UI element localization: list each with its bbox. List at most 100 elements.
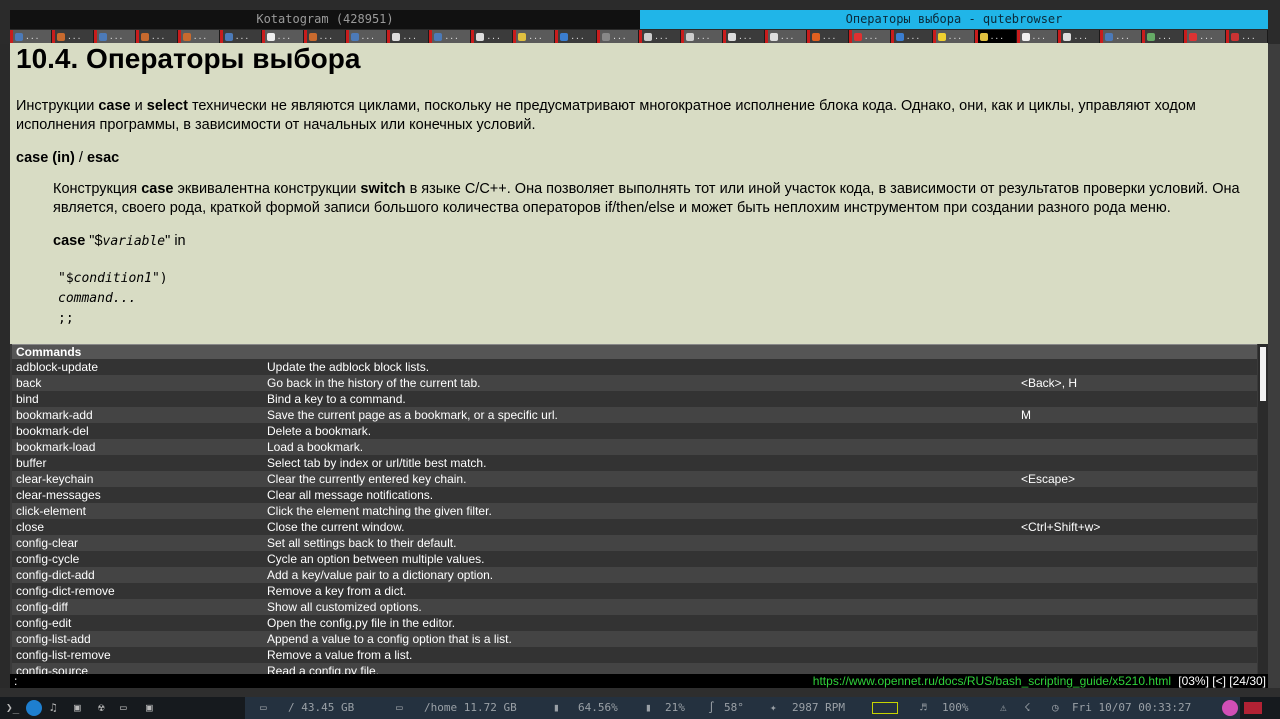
browser-tab[interactable]: ...	[639, 30, 681, 43]
qutebrowser-window-title[interactable]: Операторы выбора - qutebrowser	[640, 10, 1268, 29]
command-name: config-edit	[16, 616, 72, 630]
browser-tab[interactable]: ...	[345, 30, 388, 43]
browser-tab[interactable]: ...	[471, 30, 514, 43]
completion-scrollbar[interactable]	[1258, 344, 1268, 674]
tab-indicator	[555, 30, 559, 43]
completion-row[interactable]: config-edit Open the config.py file in th…	[12, 615, 1257, 631]
browser-tab[interactable]: ...	[555, 30, 598, 43]
completion-row[interactable]: clear-keychain Clear the currently entere…	[12, 471, 1257, 487]
volume-icon[interactable]: ♬	[920, 697, 927, 719]
code-condition: condition1	[73, 271, 152, 286]
favicon-icon	[350, 32, 359, 41]
browser-tab[interactable]: ...	[261, 30, 304, 43]
lock-icon[interactable]: ▣	[146, 697, 153, 719]
scrollbar-thumb[interactable]	[1260, 347, 1266, 401]
terminal-icon[interactable]: ❯_	[6, 697, 19, 719]
status-url: https://www.opennet.ru/docs/RUS/bash_scr…	[812, 674, 1171, 688]
browser-tab[interactable]: ...	[1142, 30, 1185, 43]
browser-tab[interactable]: ...	[806, 30, 849, 43]
completion-row[interactable]: back Go back in the history of the curren…	[12, 375, 1257, 391]
completion-row[interactable]: click-element Click the element matching …	[12, 503, 1257, 519]
command-description: Cycle an option between multiple values.	[267, 552, 485, 566]
completion-row[interactable]: close Close the current window. <Ctrl+Shif…	[12, 519, 1257, 535]
browser-tab[interactable]: ...	[1184, 30, 1227, 43]
bluetooth-icon[interactable]: ☇	[1024, 697, 1031, 719]
completion-row[interactable]: bookmark-load Load a bookmark.	[12, 439, 1257, 455]
browser-tab[interactable]: ...	[1226, 30, 1269, 43]
browser-tab[interactable]: ...	[1016, 30, 1059, 43]
tab-title-ellipsis: ...	[402, 32, 417, 41]
completion-row[interactable]: buffer Select tab by index or url/title b…	[12, 455, 1257, 471]
command-description: Read a config.py file.	[267, 664, 380, 674]
completion-row[interactable]: bookmark-del Delete a bookmark.	[12, 423, 1257, 439]
tab-title-ellipsis: ...	[1115, 32, 1130, 41]
app-tray-icon[interactable]	[1222, 700, 1238, 716]
completion-row[interactable]: config-clear Set all settings back to the…	[12, 535, 1257, 551]
completion-row[interactable]: config-list-add Append a value to a confi…	[12, 631, 1257, 647]
completion-row[interactable]: config-diff Show all customized options.	[12, 599, 1257, 615]
command-description: Clear the currently entered key chain.	[267, 472, 467, 486]
browser-tab[interactable]: ...	[387, 30, 430, 43]
completion-row[interactable]: bind Bind a key to a command.	[12, 391, 1257, 407]
favicon-icon	[1021, 32, 1030, 41]
completion-row[interactable]: config-cycle Cycle an option between mult…	[12, 551, 1257, 567]
command-description: Select tab by index or url/title best ma…	[267, 456, 487, 470]
status-indicators: [03%] [<] [24/30]	[1178, 674, 1266, 688]
clock[interactable]: Fri 10/07 00:33:27	[1072, 697, 1191, 719]
browser-tab[interactable]: ...	[848, 30, 891, 43]
completion-row[interactable]: adblock-update Update the adblock block l…	[12, 359, 1257, 375]
completion-category-header: Commands	[12, 344, 1257, 359]
browser-tab[interactable]: ...	[1058, 30, 1101, 43]
browser-tab[interactable]: ...	[513, 30, 556, 43]
browser-tab[interactable]: ...	[177, 30, 220, 43]
command-description: Open the config.py file in the editor.	[267, 616, 456, 630]
command-description: Append a value to a config option that i…	[267, 632, 512, 646]
tab-indicator	[429, 30, 433, 43]
browser-tab[interactable]: ...	[890, 30, 933, 43]
command-name: config-list-add	[16, 632, 91, 646]
browser-tab[interactable]: ...	[51, 30, 94, 43]
monitor-icon[interactable]: ▭	[120, 697, 127, 719]
completion-row[interactable]: bookmark-add Save the current page as a b…	[12, 407, 1257, 423]
completion-row[interactable]: config-list-remove Remove a value from a …	[12, 647, 1257, 663]
radiation-icon[interactable]: ☢	[98, 697, 105, 719]
favicon-icon	[56, 32, 65, 41]
kotatogram-window-title[interactable]: Kotatogram (428951)	[10, 10, 640, 29]
keyboard-layout-us-flag-icon[interactable]	[1244, 702, 1262, 714]
video-icon[interactable]: ▣	[74, 697, 81, 719]
music-icon[interactable]: ♫	[50, 697, 57, 719]
browser-tab[interactable]: ...	[764, 30, 807, 43]
browser-tab[interactable]: ...	[722, 30, 765, 43]
completion-row[interactable]: config-dict-add Add a key/value pair to a…	[12, 567, 1257, 583]
browser-tab[interactable]: ...	[932, 30, 975, 43]
browser-tab[interactable]: ...	[135, 30, 178, 43]
favicon-icon	[895, 32, 904, 41]
network-icon[interactable]: ⚠	[1000, 697, 1007, 719]
command-name: bookmark-add	[16, 408, 93, 422]
browser-tab[interactable]: ...	[219, 30, 262, 43]
heading-case: case (in)	[16, 150, 75, 166]
completion-row[interactable]: config-source Read a config.py file.	[12, 663, 1257, 674]
browser-tab[interactable]: ...	[93, 30, 136, 43]
browser-tab[interactable]: ...	[681, 30, 723, 43]
code-semicolons: ;;	[58, 311, 74, 326]
browser-tab[interactable]: ...	[1100, 30, 1143, 43]
scroll-percent: [03%]	[1178, 674, 1209, 688]
keyword-switch: switch	[360, 181, 406, 197]
volume-level[interactable]: 100%	[942, 697, 969, 719]
tab-title-ellipsis: ...	[989, 32, 1005, 41]
favicon-icon	[476, 32, 485, 41]
browser-tab[interactable]: ...	[974, 30, 1017, 43]
command-input[interactable]: :	[14, 674, 17, 688]
tab-title-ellipsis: ...	[1157, 32, 1172, 41]
disk-home-usage: /home 11.72 GB	[424, 701, 517, 714]
completion-row[interactable]: config-dict-remove Remove a key from a di…	[12, 583, 1257, 599]
browser-tab[interactable]: ...	[10, 30, 52, 43]
browser-tab[interactable]: ...	[597, 30, 640, 43]
tab-title-ellipsis: ...	[528, 32, 543, 41]
browser-tab[interactable]: ...	[429, 30, 472, 43]
browser-icon[interactable]	[26, 700, 42, 716]
completion-row[interactable]: clear-messages Clear all message notifica…	[12, 487, 1257, 503]
browser-tab[interactable]: ...	[303, 30, 346, 43]
command-keybinding: M	[1021, 408, 1031, 422]
